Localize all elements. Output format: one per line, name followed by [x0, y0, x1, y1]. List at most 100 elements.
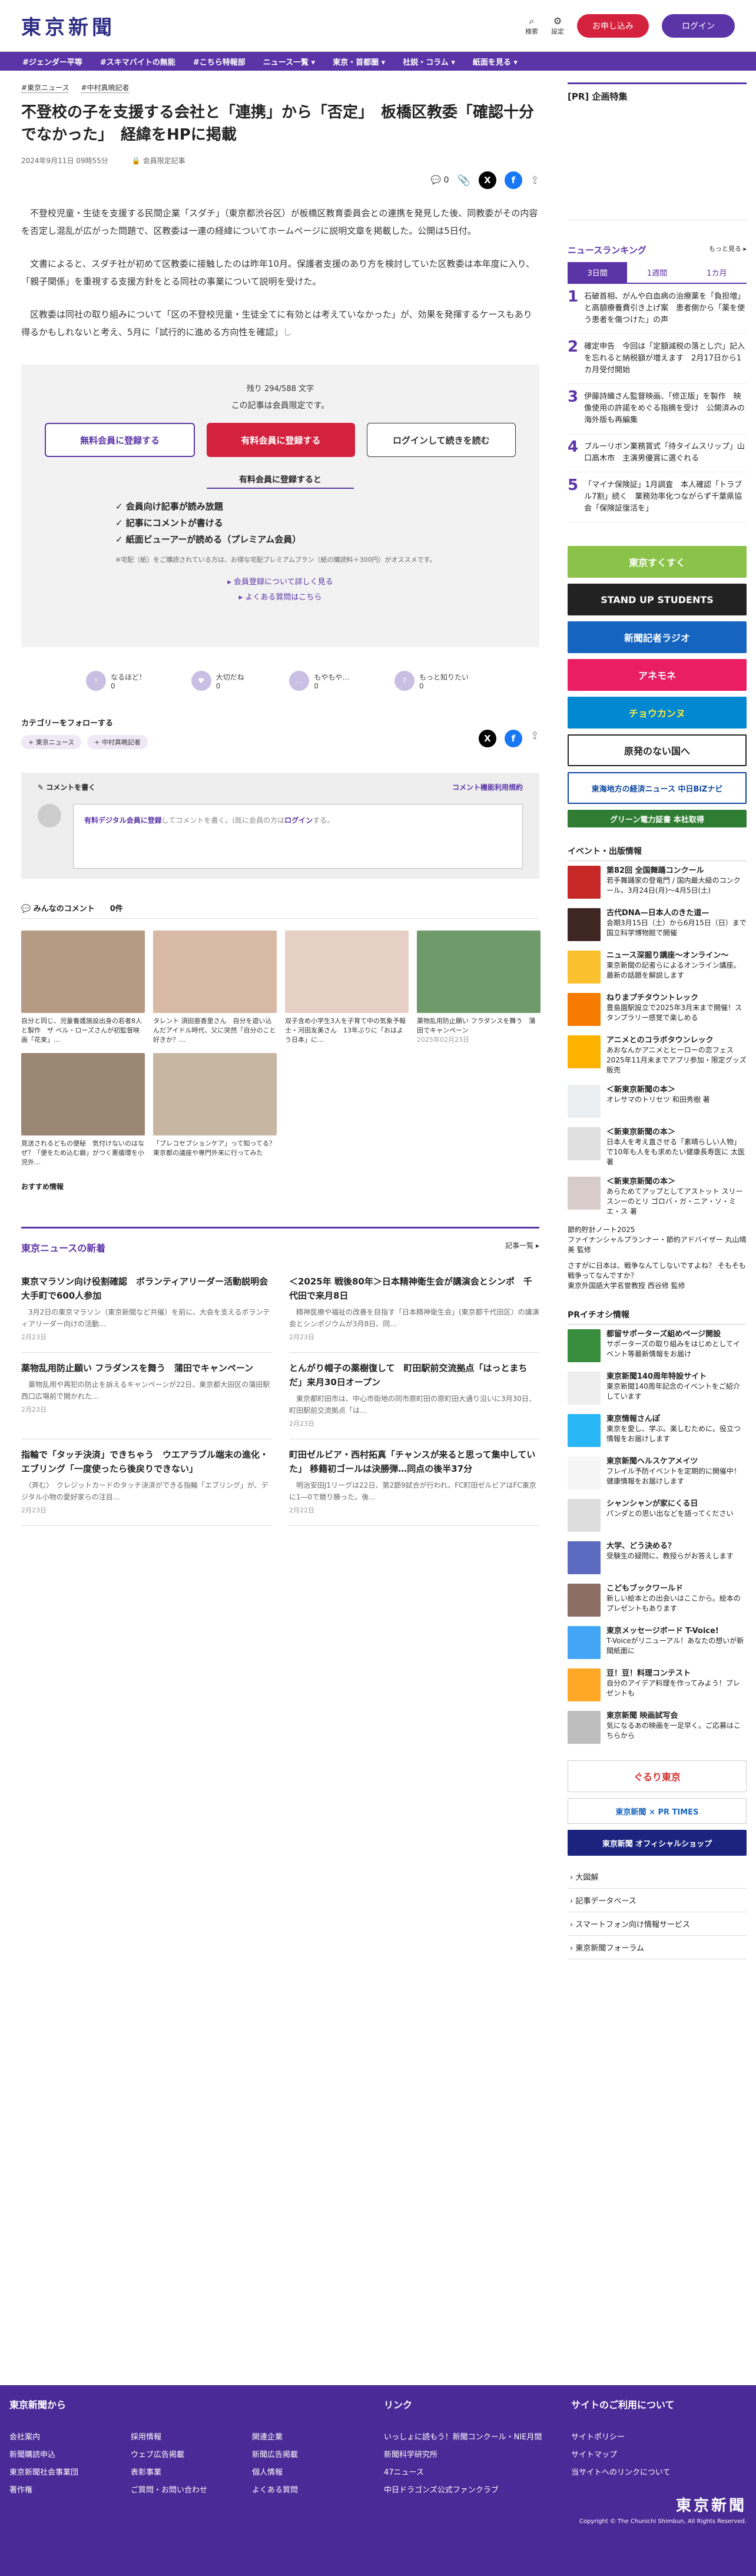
share-icon[interactable]: ⇪	[530, 174, 539, 187]
nav-item[interactable]: 東京・首都圏 ▾	[333, 56, 385, 67]
login-button[interactable]: ログイン	[662, 14, 735, 38]
banner[interactable]: 東海地方の経済ニュース 中日BiZナビ	[568, 772, 747, 804]
pr-event-item[interactable]: 東京新聞140周年特設サイト 東京新聞140周年記念のイベントをご紹介しています	[568, 1367, 747, 1409]
nav-item[interactable]: #ジェンダー平等	[22, 56, 82, 67]
news-list-link[interactable]: 記事一覧 ▸	[505, 1240, 539, 1254]
ranking-more-link[interactable]: もっと見る ▸	[709, 244, 747, 256]
news-item[interactable]: 町田ゼルビア・西村拓真「チャンスが来ると思って集中していた」 移籍初ゴールは決勝…	[289, 1439, 539, 1526]
news-item[interactable]: 薬物乱用防止願い フラダンスを舞う 蒲田でキャンペーン 薬物乱用や再犯の防止を訴…	[21, 1353, 271, 1439]
related-item[interactable]: 薬物乱用防止願い フラダンスを舞う 蒲田でキャンペーン 2025年02月23日	[417, 931, 541, 1045]
follow-tag[interactable]: + 東京ニュース	[21, 735, 82, 749]
event-item[interactable]: ＜新東京新聞の本＞ 日本人を考え直させる「素晴らしい人物」で10年も人をも求めたい…	[568, 1123, 747, 1172]
x-share-icon[interactable]: X	[478, 730, 496, 747]
related-item[interactable]: 双子含め小学生3人を子育て中の気象予報士・河田友美さん 13年ぶりに「おはよう日…	[285, 931, 409, 1045]
reaction-button[interactable]: ? もっと知りたい 0	[394, 671, 469, 691]
news-item[interactable]: とんがり帽子の薬樹復して 町田駅前交流拠点「はっとまちだ」来月30日オープン 東…	[289, 1353, 539, 1439]
nav-item[interactable]: 社説・コラム ▾	[403, 56, 455, 67]
comment-input[interactable]: 有料デジタル会員に登録してコメントを書く。(既に会員の方はログインする。	[73, 804, 523, 869]
book-promo[interactable]: 節約貯計ノート2025 ファイナンシャルプランナー・節約アドバイザー 丸山晴美 監…	[568, 1225, 747, 1291]
banner[interactable]: 東京新聞 × PR TIMES	[568, 1798, 747, 1824]
member-info-link[interactable]: ▸ 会員登録について詳しく見る	[45, 575, 516, 590]
footer-link[interactable]: ウェブ広告掲載	[131, 2446, 207, 2464]
settings-button[interactable]: ⚙ 設定	[551, 15, 564, 36]
event-item[interactable]: 第82回 全国舞踊コンクール 若手舞踊家の登竜門 / 国内最大級のコンクール。3月…	[568, 861, 747, 903]
banner[interactable]: 新聞記者ラジオ	[568, 621, 747, 653]
footer-link[interactable]: サイトマップ	[571, 2446, 671, 2464]
related-item[interactable]: 自分と同じ、児童養護施設出身の若者8人と製作 ザ ベル・ローズさんが初監督映画「…	[21, 931, 145, 1045]
facebook-share-icon[interactable]: f	[504, 171, 522, 189]
event-item[interactable]: ＜新東京新聞の本＞ あらためてアップとしてアストット スリー スンーのとリ ゴロバ…	[568, 1172, 747, 1221]
related-item[interactable]: タレント 須田亜香里さん 自分を遊い込んだアイドル時代、父に突然「自分のこと好き…	[153, 931, 277, 1045]
footer-logo[interactable]: 東京新聞	[676, 2494, 747, 2515]
nav-item[interactable]: #スキマバイトの無能	[100, 56, 175, 67]
article-tag[interactable]: #東京ニュース	[21, 82, 69, 93]
banner[interactable]: 東京すくすく	[568, 546, 747, 578]
footer-link[interactable]: 新聞科学研究所	[384, 2446, 542, 2464]
clip-icon[interactable]: 📎	[457, 174, 470, 187]
nav-item[interactable]: #こちら特報部	[193, 56, 246, 67]
reaction-button[interactable]: … もやもや… 0	[289, 671, 349, 691]
event-item[interactable]: ニュース深掘り講座〜オンライン〜 東京新聞の記者らによるオンライン講座。最新の話題…	[568, 946, 747, 988]
footer-link[interactable]: 会社案内	[9, 2429, 78, 2446]
footer-link[interactable]: 新聞広告掲載	[252, 2446, 298, 2464]
footer-link[interactable]: 東京新聞社会事業団	[9, 2464, 78, 2482]
side-link[interactable]: › 東京新聞フォーラム	[568, 1936, 747, 1959]
follow-tag[interactable]: + 中村真暁記者	[87, 735, 148, 749]
site-logo[interactable]: 東京新聞	[21, 11, 115, 40]
ranking-item[interactable]: 3 伊藤詩織さん監督映画、「修正版」を製作 映像使用の許諾をめぐる指摘を受け 公開…	[568, 384, 747, 434]
paid-register-button[interactable]: 有料会員に登録する	[207, 423, 355, 457]
banner[interactable]: 原発のない国へ	[568, 734, 747, 766]
side-link[interactable]: › 大図解	[568, 1865, 747, 1889]
footer-link[interactable]: 新聞購読申込	[9, 2446, 78, 2464]
free-register-button[interactable]: 無料会員に登録する	[45, 423, 195, 457]
footer-link[interactable]: 関連企業	[252, 2429, 298, 2446]
side-link[interactable]: › スマートフォン向け情報サービス	[568, 1912, 747, 1936]
nav-item[interactable]: ニュース一覧 ▾	[263, 56, 315, 67]
banner[interactable]: アネモネ	[568, 659, 747, 691]
ranking-item[interactable]: 4 ブルーリボン業務賞式「待タイムスリップ」山口高木市 主演男優賞に選ぐれる	[568, 434, 747, 472]
footer-link[interactable]: 当サイトへのリンクについて	[571, 2464, 671, 2482]
news-item[interactable]: 指輪で「タッチ決済」できちゃう ウエアラブル端末の進化・エブリング「一度使ったら…	[21, 1439, 271, 1526]
pr-event-item[interactable]: 東京新聞ヘルスケアメイツ フレイル予防イベントを定期的に開催中！健康情報をお届けし…	[568, 1452, 747, 1494]
banner[interactable]: 東京新聞 オフィシャルショップ	[568, 1830, 747, 1856]
nav-item[interactable]: 紙面を見る ▾	[473, 56, 518, 67]
footer-link[interactable]: よくある質問	[252, 2482, 298, 2499]
share-icon[interactable]: ⇪	[530, 730, 539, 747]
related-item[interactable]: 見送されるどもの便秘 気付けないのはなぜ？「便をため込む癖」がつく悪循環を小児外…	[21, 1053, 145, 1167]
pr-event-item[interactable]: 都留サポーターズ組めページ開設 サポーターズの取り組みをはじめとしてイベント等最新…	[568, 1325, 747, 1367]
comment-rules-link[interactable]: コメント機能利用規約	[452, 782, 523, 792]
footer-link[interactable]: 中日ドラゴンズ公式ファンクラブ	[384, 2482, 542, 2499]
footer-link[interactable]: 採用情報	[131, 2429, 207, 2446]
pr-event-item[interactable]: 東京新聞 映画試写会 気になるあの映画を一足早く。ご応募はこちらから	[568, 1706, 747, 1749]
news-item[interactable]: ＜2025年 戦後80年＞日本精神衛生会が講演会とシンポ 千代田で来月8日 精神…	[289, 1266, 539, 1353]
footer-link[interactable]: ご質問・お問い合わせ	[131, 2482, 207, 2499]
facebook-share-icon[interactable]: f	[504, 730, 522, 747]
footer-link[interactable]: 著作権	[9, 2482, 78, 2499]
footer-link[interactable]: 表彰事業	[131, 2464, 207, 2482]
banner[interactable]: ぐるり東京	[568, 1760, 747, 1792]
pr-event-item[interactable]: 東京メッセージボード T-Voice! T-Voiceがリニューアル！あなたの想い…	[568, 1621, 747, 1664]
footer-link[interactable]: いっしょに読もう！新聞コンクール・NIE月間	[384, 2429, 542, 2446]
pr-event-item[interactable]: 豆！豆！料理コンテスト 自分のアイデア料理を作ってみよう！プレゼントも	[568, 1664, 747, 1706]
ranking-item[interactable]: 2 確定申告 今回は「定額減税の落とし穴」記入を忘れると納税額が増えます 2月17…	[568, 334, 747, 384]
footer-link[interactable]: 個人情報	[252, 2464, 298, 2482]
reaction-button[interactable]: ! なるほど！ 0	[86, 671, 146, 691]
pr-event-item[interactable]: 東京情報さんぽ 東京を愛し、学ぶ。楽しむために。役立つ情報をお届けします	[568, 1409, 747, 1452]
ranking-tab[interactable]: 1カ月	[687, 262, 747, 283]
ranking-tab[interactable]: 3日間	[568, 262, 628, 283]
article-tag[interactable]: #中村真暁記者	[81, 82, 130, 93]
faq-link[interactable]: ▸ よくある質問はこちら	[45, 590, 516, 605]
reaction-button[interactable]: ♥ 大切だね 0	[191, 671, 244, 691]
event-item[interactable]: 古代DNA—日本人のきた道— 会期3月15日（土）から6月15日（日）まで国立科学…	[568, 903, 747, 946]
event-item[interactable]: ＜新東京新聞の本＞ オレサマのトリセツ 和田秀樹 著	[568, 1080, 747, 1123]
banner[interactable]: チョウカンヌ	[568, 697, 747, 729]
signup-button[interactable]: お申し込み	[577, 14, 649, 38]
footer-link[interactable]: 47ニュース	[384, 2464, 542, 2482]
search-button[interactable]: ⌕ 検索	[525, 15, 538, 36]
x-share-icon[interactable]: X	[478, 171, 496, 189]
pr-event-item[interactable]: 大学、どう決める？ 受験生の疑問に、教授らがお答えします	[568, 1537, 747, 1579]
related-item[interactable]: 「プレコセプションケア」って知ってる？ 東京都の議座や専門外来に行ってみた	[153, 1053, 282, 1167]
comment-count[interactable]: 💬 0	[431, 176, 449, 185]
news-item[interactable]: 東京マラソン向け役割確認 ボランティアリーダー活動説明会 大手町で600人参加 …	[21, 1266, 277, 1353]
footer-link[interactable]: サイトポリシー	[571, 2429, 671, 2446]
